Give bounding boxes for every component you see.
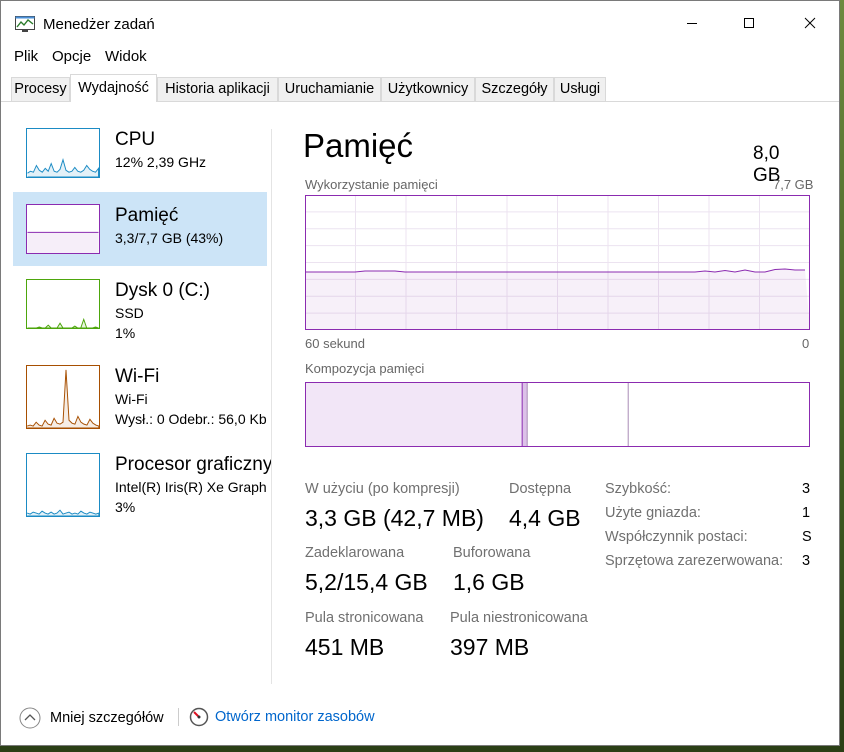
menu-bar: Plik Opcje Widok xyxy=(1,45,839,69)
detail-form-factor-value: S xyxy=(802,529,812,545)
title-bar[interactable]: Menedżer zadań xyxy=(1,1,839,45)
resource-monitor-label: Otwórz monitor zasobów xyxy=(215,709,375,725)
composition-modified xyxy=(522,383,528,446)
tab-performance[interactable]: Wydajność xyxy=(70,74,157,102)
paged-pool-value: 451 MB xyxy=(305,634,385,660)
sidebar-item-wifi[interactable]: Wi-Fi Wi-Fi Wysł.: 0 Odebr.: 56,0 Kb xyxy=(13,354,267,429)
close-icon xyxy=(804,17,816,29)
available-label: Dostępna xyxy=(509,481,572,497)
tab-processes[interactable]: Procesy xyxy=(11,77,70,101)
maximize-button[interactable] xyxy=(726,1,772,45)
minimize-icon xyxy=(687,23,697,24)
sidebar-cpu-info: 12% 2,39 GHz xyxy=(115,154,207,170)
detail-hw-reserved-value: 3 xyxy=(802,553,811,569)
sidebar-memory-info: 3,3/7,7 GB (43%) xyxy=(115,230,224,246)
sidebar-item-cpu[interactable]: CPU 12% 2,39 GHz xyxy=(13,121,267,195)
open-resource-monitor-link[interactable]: Otwórz monitor zasobów xyxy=(189,707,375,727)
memory-composition-bar xyxy=(305,382,810,447)
resource-sidebar: CPU 12% 2,39 GHz Pamięć 3,3/7,7 GB (43%)… xyxy=(13,121,271,686)
sidebar-item-disk[interactable]: Dysk 0 (C:) SSD 1% xyxy=(13,268,267,342)
committed-value: 5,2/15,4 GB xyxy=(305,569,428,595)
chevron-up-icon xyxy=(19,707,41,729)
fewer-details-button[interactable]: Mniej szczegółów xyxy=(19,707,164,729)
menu-options[interactable]: Opcje xyxy=(52,48,91,65)
sidebar-disk-type: SSD xyxy=(115,305,144,321)
detail-slots-label: Użyte gniazda: xyxy=(605,505,701,521)
sidebar-memory-title: Pamięć xyxy=(115,205,179,226)
gpu-thumbnail-graph xyxy=(26,453,100,517)
paged-pool-label: Pula stronicowana xyxy=(305,610,424,626)
sidebar-disk-title: Dysk 0 (C:) xyxy=(115,280,210,301)
window-title: Menedżer zadań xyxy=(43,16,155,33)
usage-graph-zero: 0 xyxy=(802,336,810,351)
tab-app-history[interactable]: Historia aplikacji xyxy=(157,77,278,101)
composition-in-use xyxy=(306,383,523,446)
footer-divider xyxy=(178,708,179,726)
sidebar-wifi-adapter: Wi-Fi xyxy=(115,391,148,407)
committed-label: Zadeklarowana xyxy=(305,545,405,561)
task-manager-icon xyxy=(15,16,35,32)
cached-label: Buforowana xyxy=(453,545,531,561)
detail-form-factor-label: Współczynnik postaci: xyxy=(605,529,748,545)
cached-value: 1,6 GB xyxy=(453,569,525,595)
composition-label: Kompozycja pamięci xyxy=(305,361,425,376)
fewer-details-label: Mniej szczegółów xyxy=(50,710,164,726)
detail-speed-label: Szybkość: xyxy=(605,481,672,497)
tab-details[interactable]: Szczegóły xyxy=(475,77,554,101)
footer: Mniej szczegółów Otwórz monitor zasobów xyxy=(1,691,839,745)
sidebar-wifi-throughput: Wysł.: 0 Odebr.: 56,0 Kb xyxy=(115,411,267,427)
memory-usage-graph xyxy=(305,195,810,330)
maximize-icon xyxy=(744,18,754,28)
detail-speed-value: 3 xyxy=(802,481,811,497)
sidebar-gpu-title: Procesor graficzny xyxy=(115,454,271,475)
close-button[interactable] xyxy=(787,1,833,45)
sidebar-item-gpu[interactable]: Procesor graficzny Intel(R) Iris(R) Xe G… xyxy=(13,443,271,517)
tab-strip: Procesy Wydajność Historia aplikacji Uru… xyxy=(1,74,839,102)
task-manager-window: Menedżer zadań Plik Opcje Widok Procesy … xyxy=(0,0,840,746)
sidebar-gpu-usage: 3% xyxy=(115,499,136,515)
nonpaged-pool-label: Pula niestronicowana xyxy=(450,610,588,626)
disk-thumbnail-graph xyxy=(26,279,100,329)
tab-startup[interactable]: Uruchamianie xyxy=(278,77,381,101)
sidebar-cpu-title: CPU xyxy=(115,129,156,150)
usage-graph-label: Wykorzystanie pamięci xyxy=(305,177,438,192)
usage-graph-time: 60 sekund xyxy=(305,336,365,351)
minimize-button[interactable] xyxy=(669,1,715,45)
menu-view[interactable]: Widok xyxy=(105,48,147,65)
sidebar-divider xyxy=(271,129,272,684)
sidebar-disk-usage: 1% xyxy=(115,325,136,341)
detail-hw-reserved-label: Sprzętowa zarezerwowana: xyxy=(605,553,784,569)
wifi-thumbnail-graph xyxy=(26,365,100,429)
sidebar-gpu-model: Intel(R) Iris(R) Xe Graph xyxy=(115,479,267,495)
nonpaged-pool-value: 397 MB xyxy=(450,634,530,660)
detail-slots-value: 1 xyxy=(802,505,811,521)
available-value: 4,4 GB xyxy=(509,505,581,531)
usage-graph-max: 7,7 GB xyxy=(773,177,814,192)
in-use-value: 3,3 GB (42,7 MB) xyxy=(305,505,484,531)
page-title: Pamięć xyxy=(303,127,414,164)
resource-monitor-icon xyxy=(189,707,209,727)
tab-services[interactable]: Usługi xyxy=(554,77,606,101)
menu-file[interactable]: Plik xyxy=(14,48,38,65)
sidebar-item-memory[interactable]: Pamięć 3,3/7,7 GB (43%) xyxy=(13,192,267,266)
sidebar-wifi-title: Wi-Fi xyxy=(115,366,160,387)
in-use-label: W użyciu (po kompresji) xyxy=(305,481,460,497)
cpu-thumbnail-graph xyxy=(26,128,100,178)
memory-thumbnail-graph xyxy=(26,204,100,254)
tab-users[interactable]: Użytkownicy xyxy=(381,77,475,101)
